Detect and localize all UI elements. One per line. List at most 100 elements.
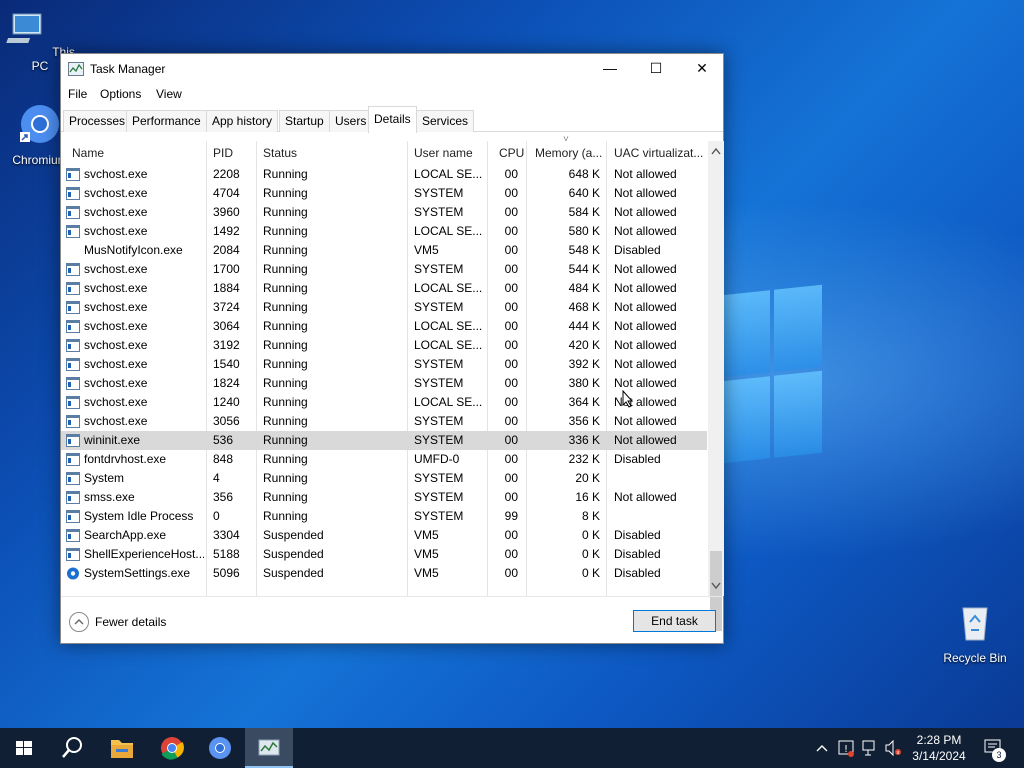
- table-row[interactable]: svchost.exe 1540 Running SYSTEM 00 392 K Not a…: [61, 355, 707, 374]
- table-row[interactable]: System 4 Running SYSTEM 00 20 K: [61, 469, 707, 488]
- tab-app-history[interactable]: App history: [206, 110, 279, 132]
- desktop-icon-recycle-bin[interactable]: Recycle Bin: [935, 600, 1015, 665]
- table-row[interactable]: wininit.exe 536 Running SYSTEM 00 336 K Not al…: [61, 431, 707, 450]
- table-row[interactable]: svchost.exe 4704 Running SYSTEM 00 640 K Not a…: [61, 184, 707, 203]
- column-header-memory[interactable]: Memory (a...: [535, 146, 602, 160]
- cell-status: Running: [263, 490, 308, 504]
- table-row[interactable]: svchost.exe 2208 Running LOCAL SE... 00 648 K…: [61, 165, 707, 184]
- column-header-uac-virtualization[interactable]: UAC virtualizat...: [614, 146, 703, 160]
- cell-pid: 5188: [213, 547, 240, 561]
- minimize-button[interactable]: —: [587, 54, 633, 84]
- cell-name: SystemSettings.exe: [84, 566, 191, 580]
- cell-memory: 580 K: [568, 224, 600, 238]
- service-icon: [66, 396, 80, 409]
- tab-users[interactable]: Users: [329, 110, 373, 132]
- cell-name: System: [84, 471, 125, 485]
- cell-cpu: 99: [504, 509, 518, 523]
- column-header-pid[interactable]: PID: [213, 146, 233, 160]
- cell-status: Running: [263, 262, 308, 276]
- table-row[interactable]: fontdrvhost.exe 848 Running UMFD-0 00 232 K Di…: [61, 450, 707, 469]
- tab-details[interactable]: Details: [368, 106, 417, 133]
- service-icon: [66, 472, 80, 485]
- cell-pid: 1824: [213, 376, 240, 390]
- end-task-button[interactable]: End task: [633, 610, 716, 632]
- cell-cpu: 00: [504, 528, 518, 542]
- column-header-name[interactable]: Name: [72, 146, 104, 160]
- table-row[interactable]: svchost.exe 1824 Running SYSTEM 00 380 K Not a…: [61, 374, 707, 393]
- fewer-details-link[interactable]: Fewer details: [95, 615, 166, 629]
- table-row[interactable]: svchost.exe 3960 Running SYSTEM 00 584 K Not a…: [61, 203, 707, 222]
- scroll-down-arrow-icon[interactable]: [711, 582, 721, 590]
- menu-view[interactable]: View: [156, 87, 182, 101]
- cell-user-name: SYSTEM: [414, 471, 464, 485]
- file-explorer-button[interactable]: [98, 728, 146, 768]
- menu-bar: File Options View: [61, 84, 723, 106]
- cell-name: svchost.exe: [84, 338, 148, 352]
- cell-memory: 544 K: [568, 262, 600, 276]
- chromium-button[interactable]: [196, 728, 244, 768]
- cell-uac-virtualization: Not allowed: [614, 262, 677, 276]
- tab-startup[interactable]: Startup: [279, 110, 330, 132]
- table-row[interactable]: svchost.exe 1884 Running LOCAL SE... 00 484 K…: [61, 279, 707, 298]
- cell-uac-virtualization: Not allowed: [614, 186, 677, 200]
- start-button[interactable]: [0, 728, 48, 768]
- security-warning-icon[interactable]: !: [837, 728, 855, 768]
- chrome-button[interactable]: [148, 728, 196, 768]
- table-row[interactable]: svchost.exe 3192 Running LOCAL SE... 00 420 K…: [61, 336, 707, 355]
- column-header-cpu[interactable]: CPU: [499, 146, 524, 160]
- clock[interactable]: 2:28 PM 3/14/2024: [902, 732, 976, 764]
- tab-services[interactable]: Services: [416, 110, 475, 132]
- cell-user-name: SYSTEM: [414, 205, 464, 219]
- cell-user-name: LOCAL SE...: [414, 395, 483, 409]
- table-row[interactable]: System Idle Process 0 Running SYSTEM 99 8 K: [61, 507, 707, 526]
- search-button[interactable]: [48, 728, 96, 768]
- cell-name: svchost.exe: [84, 376, 148, 390]
- table-row[interactable]: svchost.exe 1492 Running LOCAL SE... 00 580 K…: [61, 222, 707, 241]
- task-manager-button[interactable]: [245, 728, 293, 768]
- cell-pid: 4: [213, 471, 220, 485]
- close-button[interactable]: ✕: [679, 54, 725, 84]
- column-header-status[interactable]: Status: [263, 146, 297, 160]
- cell-memory: 484 K: [568, 281, 600, 295]
- title-bar[interactable]: Task Manager — ☐ ✕: [61, 54, 723, 84]
- table-row[interactable]: svchost.exe 1240 Running LOCAL SE... 00 364 K…: [61, 393, 707, 412]
- network-icon[interactable]: [861, 728, 879, 768]
- show-hidden-icons-chevron-icon[interactable]: [814, 728, 830, 768]
- table-row[interactable]: MusNotifyIcon.exe 2084 Running VM5 00 548 K Di…: [61, 241, 707, 260]
- cell-status: Running: [263, 452, 308, 466]
- cell-pid: 3192: [213, 338, 240, 352]
- cell-cpu: 00: [504, 262, 518, 276]
- cell-pid: 3056: [213, 414, 240, 428]
- volume-muted-icon[interactable]: x: [884, 728, 902, 768]
- tab-performance[interactable]: Performance: [126, 110, 207, 132]
- cell-name: fontdrvhost.exe: [84, 452, 167, 466]
- table-row[interactable]: SearchApp.exe 3304 Suspended VM5 00 0 K Disabl…: [61, 526, 707, 545]
- tab-processes[interactable]: Processes: [63, 110, 132, 132]
- column-header-user-name[interactable]: User name: [414, 146, 473, 160]
- scroll-up-arrow-icon[interactable]: [711, 147, 721, 155]
- table-row[interactable]: svchost.exe 3724 Running SYSTEM 00 468 K Not a…: [61, 298, 707, 317]
- table-row[interactable]: SystemSettings.exe 5096 Suspended VM5 00 0 K D…: [61, 564, 707, 583]
- cell-user-name: VM5: [414, 528, 439, 542]
- task-manager-icon: [258, 739, 280, 756]
- table-row[interactable]: svchost.exe 3064 Running LOCAL SE... 00 444 K…: [61, 317, 707, 336]
- cell-status: Running: [263, 319, 308, 333]
- service-icon: [66, 453, 80, 466]
- action-center-icon[interactable]: 3: [982, 728, 1008, 768]
- cell-user-name: SYSTEM: [414, 262, 464, 276]
- menu-file[interactable]: File: [68, 87, 87, 101]
- cell-memory: 444 K: [568, 319, 600, 333]
- clock-date: 3/14/2024: [912, 749, 966, 763]
- cell-cpu: 00: [504, 224, 518, 238]
- vertical-scrollbar[interactable]: [708, 141, 724, 631]
- table-row[interactable]: smss.exe 356 Running SYSTEM 00 16 K Not allowe…: [61, 488, 707, 507]
- table-row[interactable]: ShellExperienceHost.... 5188 Suspended VM5 0…: [61, 545, 707, 564]
- cell-status: Running: [263, 338, 308, 352]
- maximize-button[interactable]: ☐: [633, 54, 679, 84]
- menu-options[interactable]: Options: [100, 87, 141, 101]
- fewer-details-chevron-icon[interactable]: [69, 612, 89, 632]
- service-icon: [66, 358, 80, 371]
- table-row[interactable]: svchost.exe 3056 Running SYSTEM 00 356 K Not a…: [61, 412, 707, 431]
- table-row[interactable]: svchost.exe 1700 Running SYSTEM 00 544 K Not a…: [61, 260, 707, 279]
- chromium-icon: [20, 105, 59, 143]
